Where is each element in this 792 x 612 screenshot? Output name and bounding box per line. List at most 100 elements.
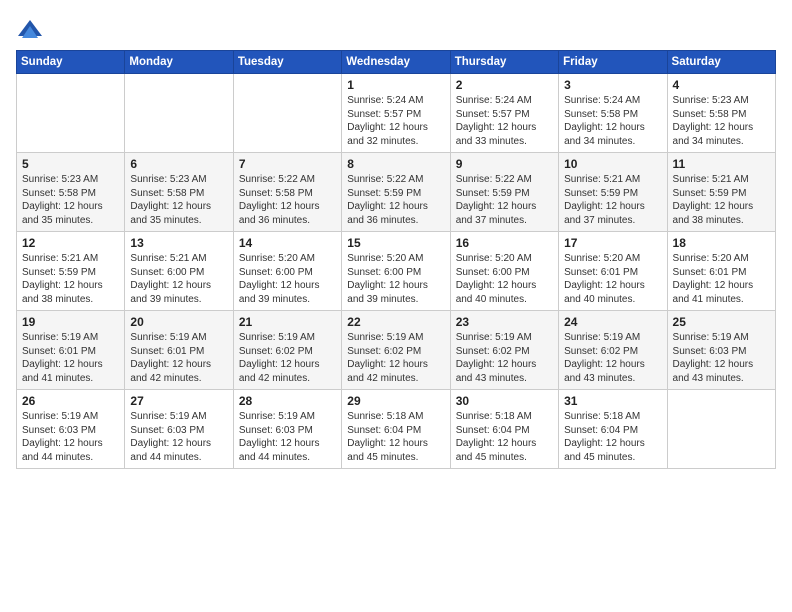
calendar-cell: 7 Sunrise: 5:22 AM Sunset: 5:58 PM Daylig…	[233, 153, 341, 232]
header-day-tuesday: Tuesday	[233, 51, 341, 74]
calendar-cell: 22 Sunrise: 5:19 AM Sunset: 6:02 PM Dayli…	[342, 311, 450, 390]
calendar-cell: 29Sunrise: 5:18 AM Sunset: 6:04 PM Dayli…	[342, 390, 450, 469]
day-number: 30	[456, 394, 553, 408]
day-number: 22	[347, 315, 444, 329]
day-info: Sunrise: 5:24 AM Sunset: 5:57 PM Dayligh…	[456, 94, 553, 148]
day-number: 19	[22, 315, 119, 329]
logo-icon	[16, 16, 44, 44]
day-info: Sunrise: 5:20 AM Sunset: 6:01 PM Dayligh…	[564, 252, 661, 306]
day-info: Sunrise: 5:21 AM Sunset: 5:59 PM Dayligh…	[673, 173, 770, 227]
calendar-cell: 16Sunrise: 5:20 AM Sunset: 6:00 PM Dayli…	[450, 232, 558, 311]
header-row: SundayMondayTuesdayWednesdayThursdayFrid…	[17, 51, 776, 74]
calendar-cell: 9 Sunrise: 5:22 AM Sunset: 5:59 PM Daylig…	[450, 153, 558, 232]
day-number: 20	[130, 315, 227, 329]
day-number: 16	[456, 236, 553, 250]
day-info: Sunrise: 5:22 AM Sunset: 5:58 PM Dayligh…	[239, 173, 336, 227]
day-number: 14	[239, 236, 336, 250]
day-number: 27	[130, 394, 227, 408]
calendar-cell	[17, 74, 125, 153]
day-number: 26	[22, 394, 119, 408]
day-info: Sunrise: 5:19 AM Sunset: 6:01 PM Dayligh…	[22, 331, 119, 385]
calendar-cell: 14 Sunrise: 5:20 AM Sunset: 6:00 PM Dayli…	[233, 232, 341, 311]
calendar-header: SundayMondayTuesdayWednesdayThursdayFrid…	[17, 51, 776, 74]
day-info: Sunrise: 5:24 AM Sunset: 5:58 PM Dayligh…	[564, 94, 661, 148]
day-number: 13	[130, 236, 227, 250]
day-number: 7	[239, 157, 336, 171]
day-number: 21	[239, 315, 336, 329]
page-header	[16, 16, 776, 44]
header-day-saturday: Saturday	[667, 51, 775, 74]
calendar-cell: 3 Sunrise: 5:24 AM Sunset: 5:58 PM Daylig…	[559, 74, 667, 153]
calendar-cell: 25 Sunrise: 5:19 AM Sunset: 6:03 PM Dayli…	[667, 311, 775, 390]
header-day-monday: Monday	[125, 51, 233, 74]
day-number: 12	[22, 236, 119, 250]
day-info: Sunrise: 5:22 AM Sunset: 5:59 PM Dayligh…	[456, 173, 553, 227]
day-number: 4	[673, 78, 770, 92]
calendar-cell: 12 Sunrise: 5:21 AM Sunset: 5:59 PM Dayli…	[17, 232, 125, 311]
calendar-cell: 31 Sunrise: 5:18 AM Sunset: 6:04 PM Dayli…	[559, 390, 667, 469]
day-info: Sunrise: 5:18 AM Sunset: 6:04 PM Dayligh…	[564, 410, 661, 464]
day-info: Sunrise: 5:21 AM Sunset: 5:59 PM Dayligh…	[564, 173, 661, 227]
day-number: 31	[564, 394, 661, 408]
calendar-week-5: 26Sunrise: 5:19 AM Sunset: 6:03 PM Dayli…	[17, 390, 776, 469]
day-number: 9	[456, 157, 553, 171]
day-info: Sunrise: 5:19 AM Sunset: 6:02 PM Dayligh…	[456, 331, 553, 385]
day-info: Sunrise: 5:23 AM Sunset: 5:58 PM Dayligh…	[130, 173, 227, 227]
day-info: Sunrise: 5:18 AM Sunset: 6:04 PM Dayligh…	[456, 410, 553, 464]
calendar-cell: 23 Sunrise: 5:19 AM Sunset: 6:02 PM Dayli…	[450, 311, 558, 390]
day-info: Sunrise: 5:19 AM Sunset: 6:01 PM Dayligh…	[130, 331, 227, 385]
calendar-cell: 26Sunrise: 5:19 AM Sunset: 6:03 PM Dayli…	[17, 390, 125, 469]
day-number: 18	[673, 236, 770, 250]
day-info: Sunrise: 5:19 AM Sunset: 6:02 PM Dayligh…	[564, 331, 661, 385]
calendar-cell	[125, 74, 233, 153]
day-info: Sunrise: 5:23 AM Sunset: 5:58 PM Dayligh…	[673, 94, 770, 148]
day-info: Sunrise: 5:18 AM Sunset: 6:04 PM Dayligh…	[347, 410, 444, 464]
calendar-cell: 15Sunrise: 5:20 AM Sunset: 6:00 PM Dayli…	[342, 232, 450, 311]
day-number: 6	[130, 157, 227, 171]
calendar-cell: 28Sunrise: 5:19 AM Sunset: 6:03 PM Dayli…	[233, 390, 341, 469]
calendar-cell	[667, 390, 775, 469]
day-info: Sunrise: 5:23 AM Sunset: 5:58 PM Dayligh…	[22, 173, 119, 227]
day-number: 25	[673, 315, 770, 329]
calendar-cell: 21 Sunrise: 5:19 AM Sunset: 6:02 PM Dayli…	[233, 311, 341, 390]
calendar-cell: 13 Sunrise: 5:21 AM Sunset: 6:00 PM Dayli…	[125, 232, 233, 311]
day-number: 3	[564, 78, 661, 92]
calendar-table: SundayMondayTuesdayWednesdayThursdayFrid…	[16, 50, 776, 469]
calendar-cell: 6 Sunrise: 5:23 AM Sunset: 5:58 PM Daylig…	[125, 153, 233, 232]
day-info: Sunrise: 5:19 AM Sunset: 6:03 PM Dayligh…	[673, 331, 770, 385]
calendar-cell: 2 Sunrise: 5:24 AM Sunset: 5:57 PM Daylig…	[450, 74, 558, 153]
calendar-cell: 18 Sunrise: 5:20 AM Sunset: 6:01 PM Dayli…	[667, 232, 775, 311]
calendar-cell: 20 Sunrise: 5:19 AM Sunset: 6:01 PM Dayli…	[125, 311, 233, 390]
calendar-cell: 1Sunrise: 5:24 AM Sunset: 5:57 PM Daylig…	[342, 74, 450, 153]
day-info: Sunrise: 5:20 AM Sunset: 6:00 PM Dayligh…	[239, 252, 336, 306]
header-day-wednesday: Wednesday	[342, 51, 450, 74]
calendar-cell: 24Sunrise: 5:19 AM Sunset: 6:02 PM Dayli…	[559, 311, 667, 390]
day-info: Sunrise: 5:20 AM Sunset: 6:01 PM Dayligh…	[673, 252, 770, 306]
day-info: Sunrise: 5:19 AM Sunset: 6:02 PM Dayligh…	[347, 331, 444, 385]
day-number: 10	[564, 157, 661, 171]
day-number: 17	[564, 236, 661, 250]
calendar-cell: 5Sunrise: 5:23 AM Sunset: 5:58 PM Daylig…	[17, 153, 125, 232]
logo	[16, 16, 48, 44]
calendar-cell: 27Sunrise: 5:19 AM Sunset: 6:03 PM Dayli…	[125, 390, 233, 469]
calendar-cell	[233, 74, 341, 153]
header-day-thursday: Thursday	[450, 51, 558, 74]
day-info: Sunrise: 5:19 AM Sunset: 6:02 PM Dayligh…	[239, 331, 336, 385]
day-number: 15	[347, 236, 444, 250]
day-number: 2	[456, 78, 553, 92]
header-day-friday: Friday	[559, 51, 667, 74]
calendar-week-2: 5Sunrise: 5:23 AM Sunset: 5:58 PM Daylig…	[17, 153, 776, 232]
calendar-cell: 10 Sunrise: 5:21 AM Sunset: 5:59 PM Dayli…	[559, 153, 667, 232]
calendar-cell: 30 Sunrise: 5:18 AM Sunset: 6:04 PM Dayli…	[450, 390, 558, 469]
calendar-cell: 17 Sunrise: 5:20 AM Sunset: 6:01 PM Dayli…	[559, 232, 667, 311]
calendar-cell: 19 Sunrise: 5:19 AM Sunset: 6:01 PM Dayli…	[17, 311, 125, 390]
day-number: 23	[456, 315, 553, 329]
calendar-week-3: 12 Sunrise: 5:21 AM Sunset: 5:59 PM Dayli…	[17, 232, 776, 311]
header-day-sunday: Sunday	[17, 51, 125, 74]
day-info: Sunrise: 5:22 AM Sunset: 5:59 PM Dayligh…	[347, 173, 444, 227]
day-info: Sunrise: 5:21 AM Sunset: 6:00 PM Dayligh…	[130, 252, 227, 306]
day-info: Sunrise: 5:21 AM Sunset: 5:59 PM Dayligh…	[22, 252, 119, 306]
day-number: 28	[239, 394, 336, 408]
day-number: 11	[673, 157, 770, 171]
day-info: Sunrise: 5:24 AM Sunset: 5:57 PM Dayligh…	[347, 94, 444, 148]
